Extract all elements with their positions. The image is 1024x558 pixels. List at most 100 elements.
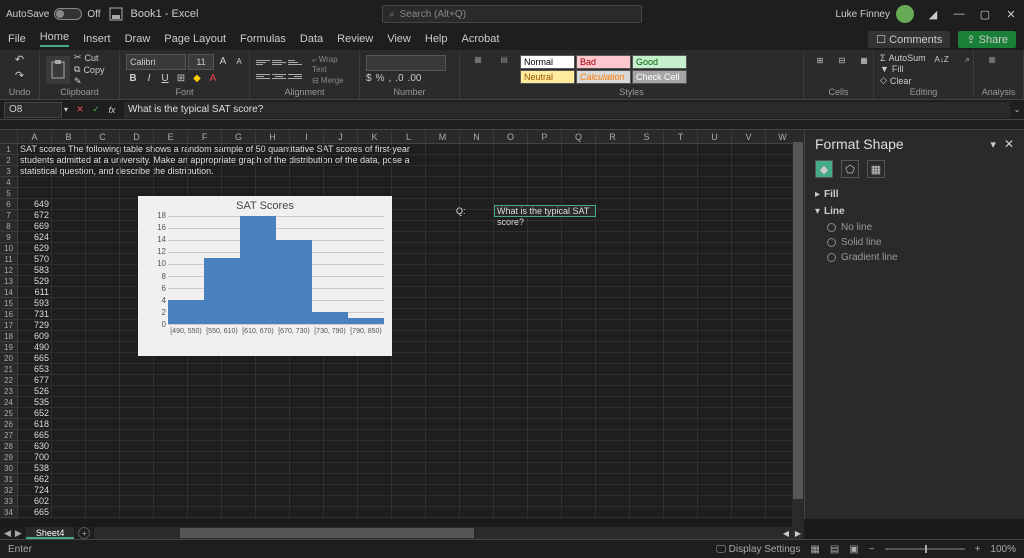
cell[interactable]: 490 bbox=[18, 342, 52, 353]
cell[interactable] bbox=[460, 474, 494, 485]
cell[interactable] bbox=[120, 364, 154, 375]
cell[interactable] bbox=[596, 199, 630, 210]
cell[interactable] bbox=[86, 331, 120, 342]
cell[interactable] bbox=[392, 265, 426, 276]
cell[interactable] bbox=[698, 155, 732, 166]
cell[interactable] bbox=[732, 177, 766, 188]
toggle-switch[interactable] bbox=[54, 8, 82, 20]
cell[interactable] bbox=[222, 441, 256, 452]
cell[interactable] bbox=[596, 232, 630, 243]
cell[interactable] bbox=[732, 320, 766, 331]
cell[interactable] bbox=[630, 243, 664, 254]
cell[interactable] bbox=[86, 452, 120, 463]
cell[interactable] bbox=[426, 155, 460, 166]
cell[interactable] bbox=[664, 243, 698, 254]
row-header[interactable]: 34 bbox=[0, 507, 18, 518]
cell[interactable] bbox=[630, 342, 664, 353]
cell[interactable] bbox=[528, 364, 562, 375]
cell[interactable] bbox=[494, 309, 528, 320]
cell[interactable] bbox=[698, 210, 732, 221]
sheet-nav-next-icon[interactable]: ▶ bbox=[15, 528, 22, 539]
cell[interactable] bbox=[52, 353, 86, 364]
cell[interactable] bbox=[664, 485, 698, 496]
radio-no-line[interactable]: No line bbox=[827, 220, 1014, 235]
row-header[interactable]: 24 bbox=[0, 397, 18, 408]
fill-button[interactable]: ▼Fill bbox=[880, 64, 926, 74]
cell[interactable] bbox=[460, 408, 494, 419]
cell[interactable] bbox=[222, 430, 256, 441]
cell[interactable] bbox=[358, 166, 392, 177]
cell[interactable] bbox=[86, 419, 120, 430]
cell[interactable] bbox=[562, 221, 596, 232]
cell[interactable] bbox=[596, 353, 630, 364]
cell[interactable] bbox=[596, 419, 630, 430]
cell[interactable] bbox=[324, 364, 358, 375]
cell[interactable] bbox=[392, 408, 426, 419]
row-header[interactable]: 22 bbox=[0, 375, 18, 386]
cell[interactable] bbox=[392, 463, 426, 474]
cell[interactable] bbox=[426, 232, 460, 243]
row-header[interactable]: 10 bbox=[0, 243, 18, 254]
cell[interactable] bbox=[324, 408, 358, 419]
cell[interactable] bbox=[120, 144, 154, 155]
cell[interactable] bbox=[494, 474, 528, 485]
cell[interactable] bbox=[392, 342, 426, 353]
cell[interactable] bbox=[630, 287, 664, 298]
cell[interactable] bbox=[732, 485, 766, 496]
cell[interactable] bbox=[528, 166, 562, 177]
share-button[interactable]: ⇪ Share bbox=[958, 31, 1016, 48]
cell[interactable] bbox=[392, 364, 426, 375]
cell[interactable] bbox=[664, 507, 698, 518]
cell[interactable] bbox=[562, 474, 596, 485]
column-header[interactable]: S bbox=[630, 130, 664, 143]
cell[interactable] bbox=[256, 166, 290, 177]
chart-bar[interactable] bbox=[240, 216, 276, 324]
cell[interactable] bbox=[460, 287, 494, 298]
cell[interactable] bbox=[324, 166, 358, 177]
cell[interactable] bbox=[86, 408, 120, 419]
cell[interactable] bbox=[596, 485, 630, 496]
cell[interactable] bbox=[188, 507, 222, 518]
cell[interactable] bbox=[392, 430, 426, 441]
cell[interactable] bbox=[630, 408, 664, 419]
cell[interactable] bbox=[86, 463, 120, 474]
ribbon-display-icon[interactable]: ◢ bbox=[926, 7, 940, 21]
cell[interactable] bbox=[698, 144, 732, 155]
cell[interactable] bbox=[290, 452, 324, 463]
cell[interactable] bbox=[562, 397, 596, 408]
cell[interactable] bbox=[86, 386, 120, 397]
cell[interactable] bbox=[256, 397, 290, 408]
cell[interactable] bbox=[596, 243, 630, 254]
cancel-formula-button[interactable]: ✕ bbox=[74, 104, 86, 116]
cell[interactable] bbox=[222, 496, 256, 507]
cell[interactable] bbox=[664, 210, 698, 221]
chart-bar[interactable] bbox=[168, 300, 204, 324]
cell[interactable] bbox=[120, 386, 154, 397]
cell[interactable] bbox=[528, 243, 562, 254]
cell[interactable] bbox=[664, 320, 698, 331]
cell[interactable] bbox=[52, 265, 86, 276]
border-button[interactable]: ⊞ bbox=[174, 72, 188, 86]
cell[interactable] bbox=[324, 430, 358, 441]
cell[interactable] bbox=[324, 386, 358, 397]
cell[interactable] bbox=[664, 188, 698, 199]
cell[interactable]: 570 bbox=[18, 254, 52, 265]
cell[interactable] bbox=[630, 144, 664, 155]
cell[interactable] bbox=[256, 496, 290, 507]
cell[interactable] bbox=[358, 408, 392, 419]
column-header[interactable]: T bbox=[664, 130, 698, 143]
cell[interactable] bbox=[426, 331, 460, 342]
cell-styles-gallery[interactable]: Normal Bad Good Neutral Calculation Chec… bbox=[520, 55, 687, 84]
cell[interactable] bbox=[460, 441, 494, 452]
column-header[interactable]: Q bbox=[562, 130, 596, 143]
cell[interactable] bbox=[528, 386, 562, 397]
cell[interactable] bbox=[52, 485, 86, 496]
cell[interactable] bbox=[86, 342, 120, 353]
cell[interactable]: 630 bbox=[18, 441, 52, 452]
cell[interactable] bbox=[426, 463, 460, 474]
cell[interactable] bbox=[358, 496, 392, 507]
conditional-formatting-button[interactable]: ▦ bbox=[466, 55, 490, 85]
cell[interactable] bbox=[494, 507, 528, 518]
cell[interactable] bbox=[664, 199, 698, 210]
cell[interactable] bbox=[392, 210, 426, 221]
